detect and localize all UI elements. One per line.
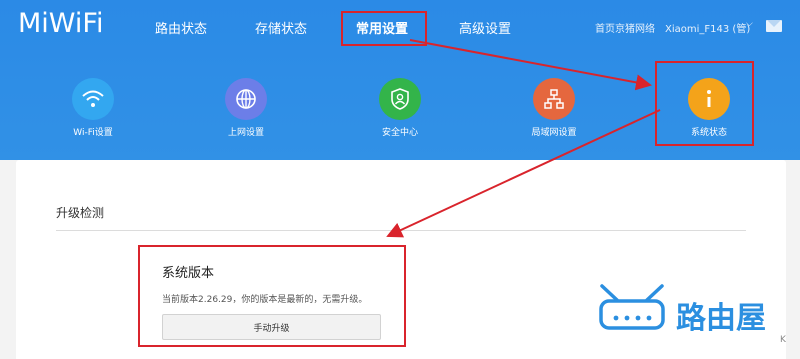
shortcut-label: 局域网设置	[531, 128, 577, 138]
shield-user-icon	[379, 78, 421, 120]
shortcut-wifi-settings[interactable]: Wi-Fi设置	[43, 78, 143, 138]
version-status-text: 当前版本2.26.29，你的版本是最新的，无需升级。	[162, 295, 368, 305]
watermark-text: 路由屋	[676, 301, 766, 336]
nav-router-status[interactable]: 路由状态	[155, 18, 207, 37]
nav-advanced-settings[interactable]: 高级设置	[459, 18, 511, 37]
router-name-menu[interactable]: Xiaomi_F143 (管)	[665, 20, 750, 35]
info-icon	[688, 78, 730, 120]
chevron-down-icon[interactable]: ⌵	[746, 19, 753, 29]
shortcut-label: Wi-Fi设置	[73, 128, 113, 138]
network-icon	[533, 78, 575, 120]
manual-upgrade-button[interactable]: 手动升级	[162, 314, 381, 340]
nav-common-settings[interactable]: 常用设置	[356, 18, 408, 37]
shortcut-security-center[interactable]: 安全中心	[350, 78, 450, 138]
shortcut-label: 系统状态	[690, 128, 727, 138]
shortcut-internet-settings[interactable]: 上网设置	[196, 78, 296, 138]
section-title: 升级检测	[56, 206, 105, 220]
shortcut-system-status[interactable]: 系统状态	[659, 78, 759, 138]
divider	[56, 230, 746, 231]
miwifi-logo[interactable]: MiWiFi	[18, 8, 103, 39]
shortcut-label: 上网设置	[227, 128, 264, 138]
wifi-icon	[72, 78, 114, 120]
shortcut-label: 安全中心	[381, 128, 418, 138]
nav-storage-status[interactable]: 存储状态	[255, 18, 307, 37]
content-panel	[16, 160, 786, 359]
shortcut-lan-settings[interactable]: 局域网设置	[504, 78, 604, 138]
globe-icon	[225, 78, 267, 120]
mail-icon[interactable]	[766, 20, 782, 32]
header-link-home[interactable]: 首页京猪网络	[595, 20, 655, 35]
version-title: 系统版本	[162, 266, 215, 281]
stray-text: K	[780, 335, 786, 345]
